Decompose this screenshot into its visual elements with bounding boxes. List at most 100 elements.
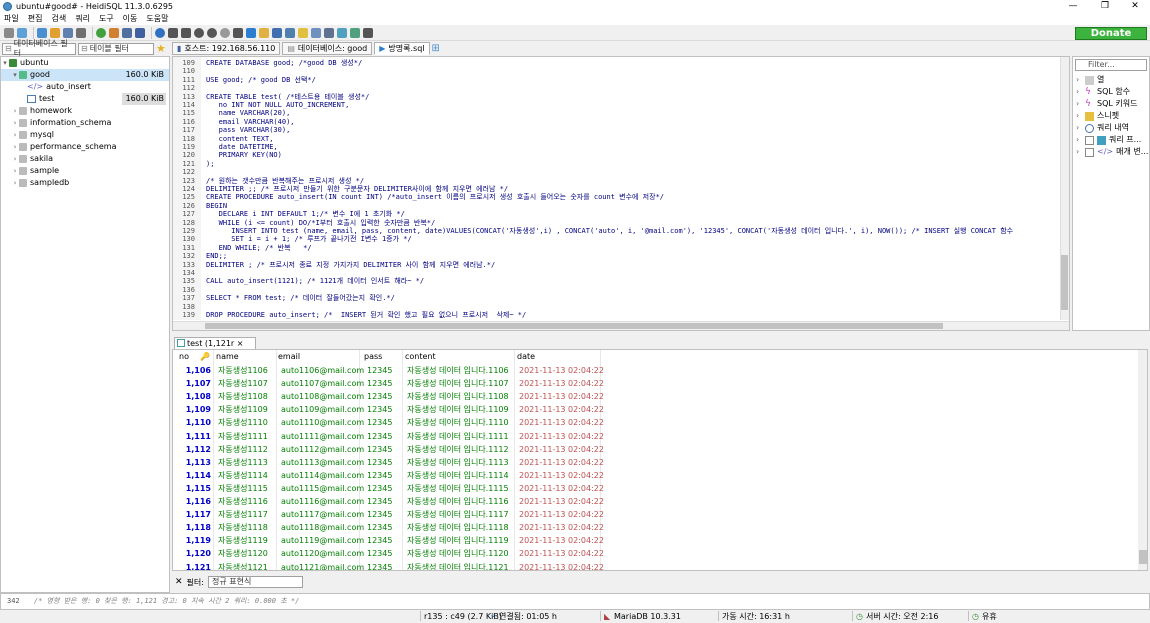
cell-email[interactable]: auto1110@mail.com — [281, 416, 364, 429]
menu-query[interactable]: 쿼리 — [75, 13, 90, 24]
cell-name[interactable]: 자동생성1113 — [218, 456, 268, 469]
tab-database[interactable]: ▤ 데이터베이스: good — [282, 42, 373, 55]
cell-pass[interactable]: 12345 — [367, 390, 392, 403]
result-tab[interactable]: test (1,121r × 6c) — [174, 337, 256, 359]
cell-pass[interactable]: 12345 — [367, 443, 392, 456]
cell-date[interactable]: 2021-11-13 02:04:22 — [519, 534, 604, 547]
column-header-name[interactable]: name — [216, 350, 239, 363]
cell-email[interactable]: auto1116@mail.com — [281, 495, 364, 508]
tree-db-sakila[interactable]: › sakila — [1, 153, 169, 165]
cell-date[interactable]: 2021-11-13 02:04:22 — [519, 403, 604, 416]
cell-pass[interactable]: 12345 — [367, 508, 392, 521]
first-icon[interactable] — [168, 27, 178, 38]
binary-icon[interactable] — [311, 27, 321, 38]
collapse-arrow-icon[interactable]: ▾ — [11, 69, 19, 81]
save-icon[interactable] — [272, 27, 282, 38]
close-filter-icon[interactable]: ✕ — [175, 577, 183, 587]
collapse-arrow-icon[interactable]: ▾ — [1, 57, 9, 69]
cell-name[interactable]: 자동생성1111 — [218, 430, 268, 443]
cell-no[interactable]: 1,109 — [177, 403, 211, 416]
cell-email[interactable]: auto1108@mail.com — [281, 390, 364, 403]
table-row[interactable]: 1,120 자동생성1120 auto1120@mail.com 12345 자동생성 … — [173, 547, 1138, 560]
cell-date[interactable]: 2021-11-13 02:04:22 — [519, 430, 604, 443]
connect-icon[interactable] — [17, 27, 27, 38]
cell-pass[interactable]: 12345 — [367, 547, 392, 560]
cell-email[interactable]: auto1111@mail.com — [281, 430, 364, 443]
cell-name[interactable]: 자동생성1116 — [218, 495, 268, 508]
copy-icon[interactable] — [37, 27, 47, 38]
table-row[interactable]: 1,109 자동생성1109 auto1109@mail.com 12345 자동생성 … — [173, 403, 1138, 416]
cell-name[interactable]: 자동생성1109 — [218, 403, 268, 416]
new-query-tab-icon[interactable]: ⊞ — [432, 43, 440, 54]
cell-no[interactable]: 1,114 — [177, 469, 211, 482]
log-icon[interactable] — [350, 27, 360, 38]
cell-date[interactable]: 2021-11-13 02:04:22 — [519, 508, 604, 521]
tab-host[interactable]: ▮ 호스트: 192.168.56.110 — [172, 42, 281, 55]
editor-vertical-scroll-thumb[interactable] — [1061, 255, 1068, 310]
cell-name[interactable]: 자동생성1108 — [218, 390, 268, 403]
delete-row-icon[interactable] — [207, 27, 217, 38]
tree-db-performance-schema[interactable]: › performance_schema — [1, 141, 169, 153]
cell-email[interactable]: auto1109@mail.com — [281, 403, 364, 416]
table-row[interactable]: 1,115 자동생성1115 auto1115@mail.com 12345 자동생성 … — [173, 482, 1138, 495]
table-row[interactable]: 1,106 자동생성1106 auto1106@mail.com 12345 자동생성 … — [173, 364, 1138, 377]
tree-db-information-schema[interactable]: › information_schema — [1, 117, 169, 129]
table-filter-input[interactable]: ⊟ 테이블 필터 — [78, 42, 154, 55]
helper-item-params[interactable]: › </> 매개 변... — [1076, 146, 1150, 158]
cell-name[interactable]: 자동생성1118 — [218, 521, 268, 534]
cell-no[interactable]: 1,116 — [177, 495, 211, 508]
cell-content[interactable]: 자동생성 데이터 입니다.1115 — [407, 482, 509, 495]
cell-email[interactable]: auto1106@mail.com — [281, 364, 364, 377]
tab-query[interactable]: ▶ 방명록.sql — [374, 42, 430, 55]
cell-no[interactable]: 1,111 — [177, 430, 211, 443]
cell-name[interactable]: 자동생성1121 — [218, 561, 268, 571]
cell-no[interactable]: 1,117 — [177, 508, 211, 521]
editor-horizontal-scroll-thumb[interactable] — [205, 323, 943, 329]
tree-item-test[interactable]: test 160.0 KiB — [1, 93, 169, 105]
disconnect-icon[interactable] — [363, 27, 373, 38]
cell-content[interactable]: 자동생성 데이터 입니다.1110 — [407, 416, 509, 429]
menu-goto[interactable]: 이동 — [123, 13, 138, 24]
table-row[interactable]: 1,119 자동생성1119 auto1119@mail.com 12345 자동생성 … — [173, 534, 1138, 547]
user-manager-icon[interactable] — [109, 27, 119, 38]
cell-date[interactable]: 2021-11-13 02:04:22 — [519, 495, 604, 508]
tree-db-mysql[interactable]: › mysql — [1, 129, 169, 141]
cell-pass[interactable]: 12345 — [367, 534, 392, 547]
cell-no[interactable]: 1,120 — [177, 547, 211, 560]
helper-item-history[interactable]: › 쿼리 내역 — [1076, 122, 1150, 134]
cell-email[interactable]: auto1119@mail.com — [281, 534, 364, 547]
cell-date[interactable]: 2021-11-13 02:04:22 — [519, 482, 604, 495]
cell-name[interactable]: 자동생성1106 — [218, 364, 268, 377]
print-icon[interactable] — [76, 27, 86, 38]
table-row[interactable]: 1,108 자동생성1108 auto1108@mail.com 12345 자동생성 … — [173, 390, 1138, 403]
checkbox-icon[interactable] — [1085, 135, 1094, 145]
menu-help[interactable]: 도움말 — [146, 13, 168, 24]
paste-icon[interactable] — [50, 27, 60, 38]
sql-log[interactable]: 342 /* 영향 받은 행: 0 찾은 행: 1,121 경고: 0 지속 시… — [0, 593, 1150, 610]
table-row[interactable]: 1,113 자동생성1113 auto1113@mail.com 12345 자동생성 … — [173, 456, 1138, 469]
cell-content[interactable]: 자동생성 데이터 입니다.1116 — [407, 495, 509, 508]
cell-no[interactable]: 1,118 — [177, 521, 211, 534]
cell-content[interactable]: 자동생성 데이터 입니다.1118 — [407, 521, 509, 534]
undo-icon[interactable] — [63, 27, 73, 38]
cell-email[interactable]: auto1112@mail.com — [281, 443, 364, 456]
minimize-button[interactable]: — — [1058, 0, 1088, 12]
cell-content[interactable]: 자동생성 데이터 입니다.1112 — [407, 443, 509, 456]
cell-email[interactable]: auto1114@mail.com — [281, 469, 364, 482]
menu-tools[interactable]: 도구 — [99, 13, 114, 24]
cell-pass[interactable]: 12345 — [367, 521, 392, 534]
checkbox-icon[interactable] — [1085, 147, 1094, 157]
cell-name[interactable]: 자동생성1119 — [218, 534, 268, 547]
helper-item-keywords[interactable]: › ϟ SQL 키워드 — [1076, 98, 1150, 110]
cell-no[interactable]: 1,108 — [177, 390, 211, 403]
cell-name[interactable]: 자동생성1120 — [218, 547, 268, 560]
cell-pass[interactable]: 12345 — [367, 430, 392, 443]
helper-item-columns[interactable]: › 열 — [1076, 74, 1150, 86]
column-header-date[interactable]: date — [517, 350, 535, 363]
cell-content[interactable]: 자동생성 데이터 입니다.1108 — [407, 390, 509, 403]
cell-content[interactable]: 자동생성 데이터 입니다.1114 — [407, 469, 509, 482]
cell-email[interactable]: auto1117@mail.com — [281, 508, 364, 521]
table-row[interactable]: 1,111 자동생성1111 auto1111@mail.com 12345 자동생성 … — [173, 430, 1138, 443]
cell-content[interactable]: 자동생성 데이터 입니다.1106 — [407, 364, 509, 377]
explain-icon[interactable] — [337, 27, 347, 38]
